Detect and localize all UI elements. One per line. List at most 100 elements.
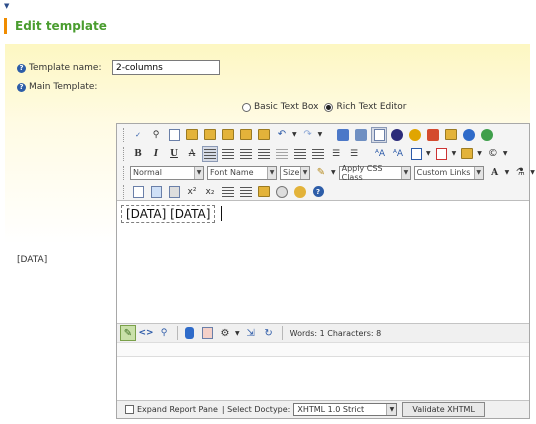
bulleted-list-icon[interactable]: ☰ xyxy=(346,146,362,162)
help-icon[interactable]: ? xyxy=(17,82,26,92)
custom-links-select[interactable]: Custom Links ▼ xyxy=(413,165,484,180)
css-class-select[interactable]: Apply CSS Class ▼ xyxy=(338,164,411,182)
template-name-label-row: ? Template name: xyxy=(17,63,101,73)
toolbar-grip xyxy=(123,146,127,161)
justify-icon[interactable] xyxy=(256,146,272,162)
text-caret xyxy=(221,206,222,221)
info-icon[interactable] xyxy=(292,184,308,200)
undo-dropdown-icon[interactable]: ▼ xyxy=(292,131,297,138)
statistics-icon[interactable] xyxy=(199,325,215,341)
outdent-icon[interactable] xyxy=(310,146,326,162)
form-element-icon[interactable] xyxy=(459,146,475,162)
image-map-icon[interactable] xyxy=(353,127,369,143)
validate-xhtml-button[interactable]: Validate XHTML xyxy=(402,402,485,417)
paste-html-icon[interactable] xyxy=(238,127,254,143)
media-manager-icon[interactable] xyxy=(407,127,423,143)
font-color-dropdown-icon[interactable]: ▼ xyxy=(505,169,510,176)
align-none-icon[interactable] xyxy=(274,146,290,162)
xhtml-validator-icon[interactable]: ⚙ xyxy=(217,325,233,341)
design-mode-icon[interactable]: ✎ xyxy=(120,325,136,341)
basic-text-box-label: Basic Text Box xyxy=(254,102,319,112)
font-name-select[interactable]: Font Name ▼ xyxy=(207,165,277,180)
strikethrough-button[interactable]: A xyxy=(184,146,200,162)
module-strip xyxy=(117,342,529,356)
divider xyxy=(281,326,283,340)
main-template-label-row: ? Main Template: xyxy=(17,82,97,92)
chevron-down-icon: ▼ xyxy=(267,166,276,179)
spellcheck-icon[interactable]: ✓ xyxy=(130,127,146,143)
italic-button[interactable]: I xyxy=(148,146,164,162)
align-center-icon[interactable] xyxy=(220,146,236,162)
paste-text-icon[interactable] xyxy=(202,127,218,143)
font-size-select[interactable]: Size ▼ xyxy=(280,165,310,180)
tools-dropdown-icon[interactable]: ▼ xyxy=(235,330,240,337)
absolute-position-icon[interactable] xyxy=(371,126,388,143)
format-brush-dropdown-icon[interactable]: ▼ xyxy=(331,169,336,176)
help-icon[interactable]: ? xyxy=(310,184,326,200)
rich-text-editor-radio[interactable] xyxy=(324,102,334,112)
template-name-label: Template name: xyxy=(29,63,102,73)
expand-report-checkbox[interactable] xyxy=(125,405,134,414)
font-color-icon[interactable]: A xyxy=(487,165,503,181)
underline-button[interactable]: U xyxy=(166,146,182,162)
horizontal-rule-icon[interactable] xyxy=(238,184,254,200)
numbered-list-icon[interactable]: ☰ xyxy=(328,146,344,162)
insert-symbol-icon[interactable] xyxy=(434,146,450,162)
toolbar-grip xyxy=(123,127,127,142)
refresh-icon[interactable]: ↻ xyxy=(261,325,277,341)
divider xyxy=(177,326,178,340)
paragraph-format-select[interactable]: Normal ▼ xyxy=(130,165,204,180)
html-mode-icon[interactable]: <> xyxy=(138,325,154,341)
editor-mode-bar: ✎ <> ⚲ ⚙ ▼ ⇲ ↻ Words: 1 Characters: 8 xyxy=(117,323,529,342)
highlight-color-icon[interactable]: ⚗ xyxy=(512,165,528,181)
form-dropdown-icon[interactable]: ▼ xyxy=(477,150,482,157)
flash-manager-icon[interactable] xyxy=(389,127,405,143)
module-icon[interactable] xyxy=(181,325,197,341)
new-paragraph-icon[interactable] xyxy=(130,184,146,200)
paste-word-icon[interactable] xyxy=(220,127,236,143)
paragraph-icon[interactable] xyxy=(220,184,236,200)
align-left-icon[interactable] xyxy=(202,145,218,162)
insert-time-icon[interactable] xyxy=(274,184,290,200)
editor-content[interactable]: [DATA] [DATA] xyxy=(121,205,216,223)
paste-icon[interactable] xyxy=(184,127,200,143)
highlight-dropdown-icon[interactable]: ▼ xyxy=(530,169,535,176)
help-icon[interactable]: ? xyxy=(17,63,26,73)
font-size-decrease-icon[interactable]: ᴬA xyxy=(390,146,406,162)
collapse-arrow-icon[interactable]: ▼ xyxy=(4,2,9,10)
custom-icon[interactable]: © xyxy=(485,146,501,162)
undo-icon[interactable]: ↶ xyxy=(274,127,290,143)
preview-mode-icon[interactable]: ⚲ xyxy=(156,325,172,341)
snippets-icon[interactable] xyxy=(256,184,272,200)
copy-icon[interactable] xyxy=(166,127,182,143)
template-name-input[interactable] xyxy=(112,60,220,75)
format-brush-icon[interactable]: ✎ xyxy=(313,165,329,181)
paste-plain-icon[interactable] xyxy=(256,127,272,143)
template-manager-icon[interactable] xyxy=(443,127,459,143)
table-icon[interactable] xyxy=(408,146,424,162)
content-label: [DATA] xyxy=(17,255,48,265)
doctype-select[interactable]: XHTML 1.0 Strict ▼ xyxy=(293,403,398,416)
redo-dropdown-icon[interactable]: ▼ xyxy=(318,131,323,138)
indent-icon[interactable] xyxy=(292,146,308,162)
find-icon[interactable]: ⚲ xyxy=(148,127,164,143)
superscript-button[interactable]: x² xyxy=(184,184,200,200)
bold-button[interactable]: B xyxy=(130,146,146,162)
document-manager-icon[interactable] xyxy=(425,127,441,143)
font-size-increase-icon[interactable]: ᴬA xyxy=(372,146,388,162)
editor-content-area[interactable]: [DATA] [DATA] xyxy=(117,200,529,323)
basic-text-box-radio[interactable] xyxy=(242,102,251,112)
rich-text-editor: ✓ ⚲ ↶ ▼ ↷ ▼ B I U A ☰ ☰ ᴬA ᴬA ▼ ▼ ▼ © ▼ … xyxy=(116,123,535,419)
custom-dropdown-icon[interactable]: ▼ xyxy=(503,150,508,157)
insert-date-icon[interactable] xyxy=(148,184,164,200)
insert-dropdown-icon[interactable]: ▼ xyxy=(452,150,457,157)
remove-link-icon[interactable] xyxy=(479,127,495,143)
print-icon[interactable] xyxy=(166,184,182,200)
image-manager-icon[interactable] xyxy=(335,127,351,143)
align-right-icon[interactable] xyxy=(238,146,254,162)
subscript-button[interactable]: x₂ xyxy=(202,184,218,200)
table-dropdown-icon[interactable]: ▼ xyxy=(426,150,431,157)
redo-icon[interactable]: ↷ xyxy=(300,127,316,143)
hyperlink-manager-icon[interactable] xyxy=(461,127,477,143)
resize-icon[interactable]: ⇲ xyxy=(243,325,259,341)
